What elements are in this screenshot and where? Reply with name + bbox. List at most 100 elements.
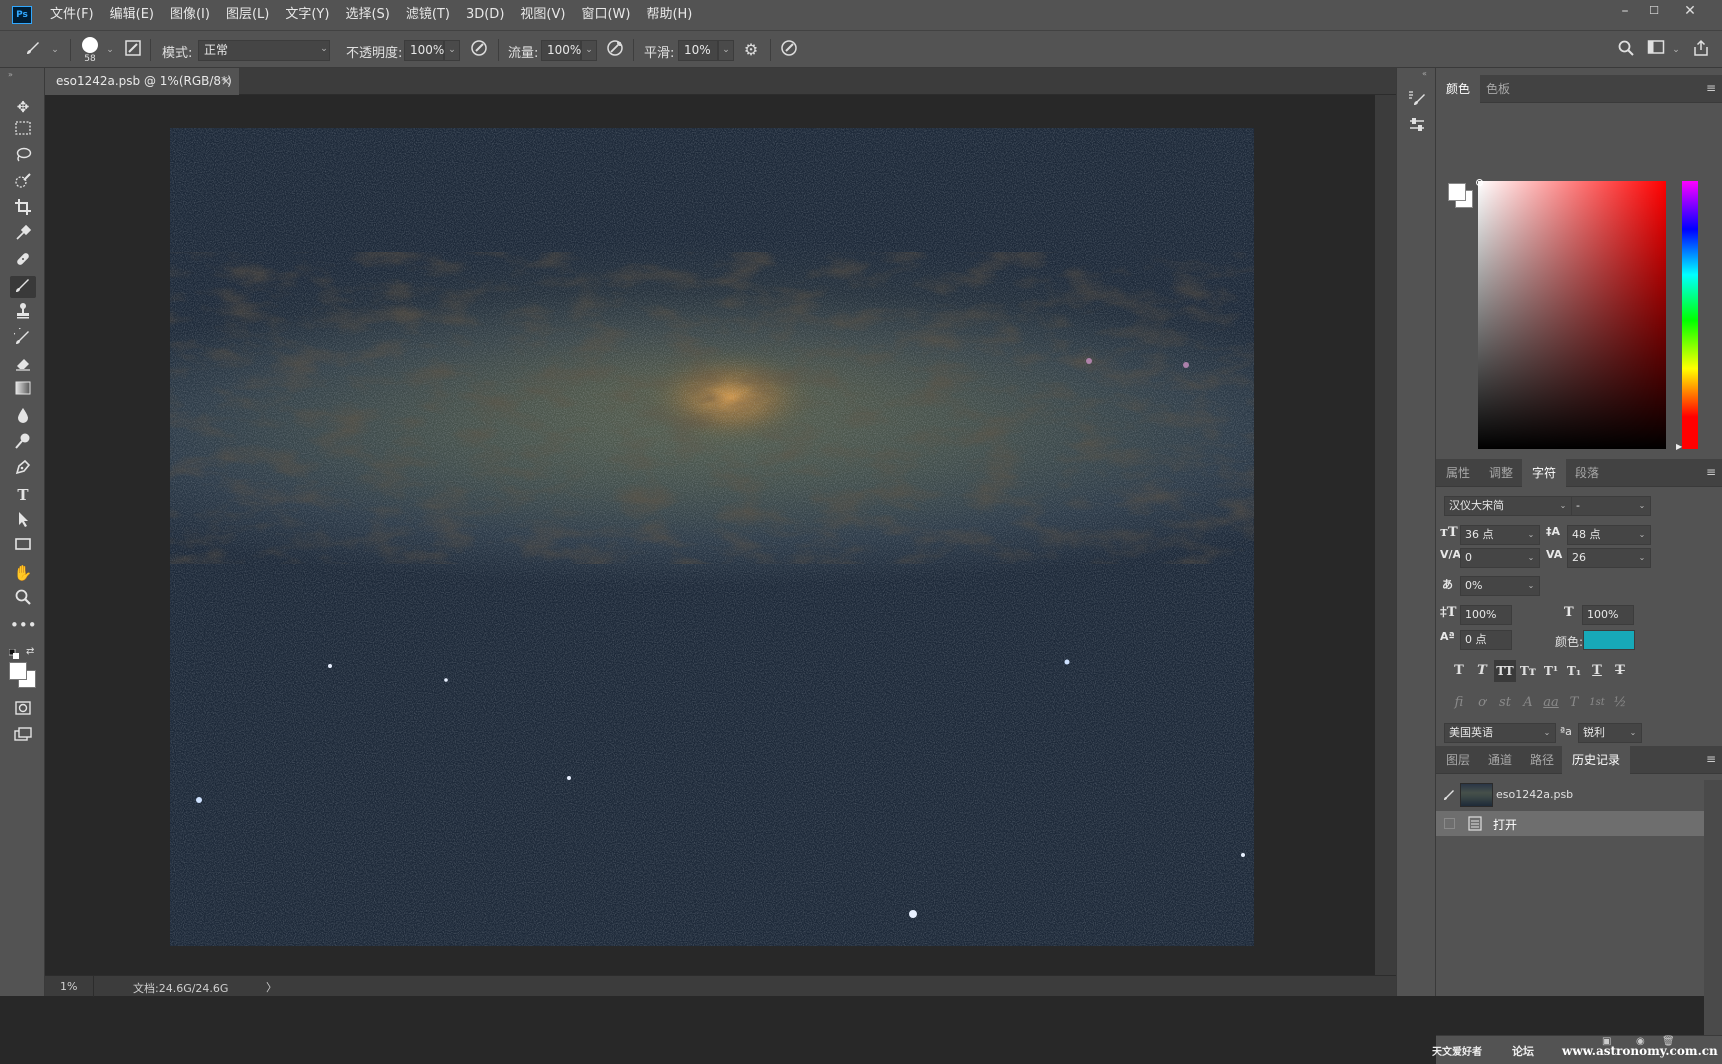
maximize-button[interactable]: ☐	[1640, 0, 1668, 22]
brush-tip-preview[interactable]	[82, 37, 98, 53]
tab-channels[interactable]: 通道	[1478, 746, 1522, 774]
tab-paragraph[interactable]: 段落	[1565, 459, 1609, 487]
small-caps-button[interactable]: Tт	[1517, 660, 1539, 682]
flow-dropdown-button[interactable]: ⌄	[581, 40, 597, 61]
text-color-swatch[interactable]	[1583, 630, 1635, 650]
dodge-tool-icon[interactable]	[10, 432, 36, 454]
titling-alternates-button[interactable]: T	[1563, 692, 1585, 714]
screen-mode-icon[interactable]	[10, 726, 36, 748]
history-snapshot-row[interactable]: eso1242a.psb	[1436, 780, 1704, 810]
chevron-down-icon[interactable]: ⌄	[99, 39, 121, 61]
brush-tool-icon[interactable]	[10, 276, 36, 298]
adjustments-sliders-icon[interactable]	[1405, 116, 1429, 140]
history-brush-source-icon[interactable]	[1442, 788, 1456, 802]
faux-italic-button[interactable]: T	[1471, 660, 1493, 682]
ligatures-button[interactable]: fi	[1448, 692, 1470, 714]
close-tab-icon[interactable]: ×	[221, 68, 231, 95]
flow-input[interactable]: 100%	[541, 40, 581, 61]
superscript-button[interactable]: T¹	[1540, 660, 1562, 682]
strikethrough-button[interactable]: T	[1609, 660, 1631, 682]
gradient-tool-icon[interactable]	[10, 380, 36, 402]
tab-layers[interactable]: 图层	[1436, 746, 1480, 774]
tab-adjustments[interactable]: 调整	[1479, 459, 1523, 487]
path-selection-tool-icon[interactable]	[10, 510, 36, 532]
history-scrollbar[interactable]	[1704, 780, 1722, 1035]
brush-tool-preset-icon[interactable]	[22, 39, 44, 61]
type-tool-icon[interactable]: T	[10, 484, 36, 506]
document-image[interactable]	[170, 128, 1254, 946]
font-family-select[interactable]: 汉仪大宋简	[1444, 496, 1572, 516]
chevron-down-icon[interactable]: ⌄	[1524, 525, 1538, 545]
pressure-opacity-icon[interactable]	[468, 39, 490, 61]
all-caps-button[interactable]: TT	[1494, 660, 1516, 682]
history-brush-tool-icon[interactable]	[10, 325, 36, 350]
chevron-down-icon[interactable]: ⌄	[1635, 525, 1649, 545]
menu-help[interactable]: 帮助(H)	[638, 0, 700, 30]
hue-slider[interactable]	[1682, 181, 1698, 449]
blur-tool-icon[interactable]	[10, 406, 36, 428]
chevron-down-icon[interactable]: ⌄	[1626, 723, 1640, 743]
fractions-button[interactable]: ½	[1609, 692, 1631, 714]
menu-layer[interactable]: 图层(L)	[218, 0, 277, 30]
discretionary-ligatures-button[interactable]: st	[1494, 692, 1516, 714]
zoom-level[interactable]: 1%	[60, 980, 77, 993]
horizontal-scale-input[interactable]: 100%	[1582, 605, 1634, 625]
chevron-down-icon[interactable]: ⌄	[1524, 548, 1538, 568]
faux-bold-button[interactable]: T	[1448, 660, 1470, 682]
lasso-tool-icon[interactable]	[10, 146, 36, 168]
move-tool-icon[interactable]: ✥	[10, 96, 36, 118]
history-step-row[interactable]: 打开	[1436, 811, 1704, 836]
workspace-icon[interactable]	[1645, 39, 1667, 61]
chevron-down-icon[interactable]: ⌄	[1635, 548, 1649, 568]
chevron-down-icon[interactable]: ⌄	[44, 39, 66, 61]
collapse-panel-icon[interactable]: »	[8, 70, 13, 79]
vertical-scrollbar[interactable]	[1375, 95, 1396, 975]
quick-selection-tool-icon[interactable]	[10, 172, 36, 194]
swash-button[interactable]: A	[1517, 692, 1539, 714]
hue-slider-handle[interactable]: ▶	[1676, 442, 1682, 451]
menu-edit[interactable]: 编辑(E)	[102, 0, 162, 30]
search-icon[interactable]	[1615, 39, 1637, 61]
tab-properties[interactable]: 属性	[1436, 459, 1480, 487]
chevron-down-icon[interactable]: ⌄	[1524, 576, 1538, 596]
smoothing-dropdown-button[interactable]: ⌄	[718, 40, 734, 61]
zoom-tool-icon[interactable]	[10, 588, 36, 610]
healing-brush-tool-icon[interactable]	[10, 250, 36, 272]
expand-panels-icon[interactable]: «	[1422, 69, 1427, 78]
smoothing-input[interactable]: 10%	[678, 40, 718, 61]
chevron-down-icon[interactable]: ⌄	[316, 40, 332, 61]
tab-history[interactable]: 历史记录	[1562, 746, 1631, 774]
panel-menu-icon[interactable]: ≡	[1706, 465, 1716, 479]
menu-window[interactable]: 窗口(W)	[573, 0, 638, 30]
marquee-tool-icon[interactable]	[10, 120, 36, 142]
baseline-shift-input[interactable]: 0 点	[1460, 630, 1512, 650]
pressure-size-icon[interactable]	[778, 39, 800, 61]
color-field-picker[interactable]	[1478, 181, 1666, 449]
more-tools-icon[interactable]: •••	[10, 614, 37, 636]
foreground-color-swatch[interactable]	[9, 662, 27, 680]
tab-swatches[interactable]: 色板	[1476, 75, 1520, 103]
clone-stamp-tool-icon[interactable]	[10, 302, 36, 324]
eyedropper-tool-icon[interactable]	[10, 224, 36, 246]
color-panel-foreground-swatch[interactable]	[1448, 183, 1466, 201]
pen-tool-icon[interactable]	[10, 458, 36, 480]
menu-image[interactable]: 图像(I)	[162, 0, 218, 30]
brush-settings-panel-icon[interactable]	[122, 39, 144, 61]
eraser-tool-icon[interactable]	[10, 354, 36, 376]
close-window-button[interactable]: ✕	[1676, 0, 1704, 22]
share-icon[interactable]	[1690, 39, 1712, 61]
chevron-down-icon[interactable]: ⌄	[1556, 496, 1570, 516]
tab-character[interactable]: 字符	[1522, 459, 1567, 487]
chevron-down-icon[interactable]: ⌄	[1635, 496, 1649, 516]
opacity-dropdown-button[interactable]: ⌄	[444, 40, 460, 61]
hand-tool-icon[interactable]: ✋	[10, 562, 36, 584]
rectangle-tool-icon[interactable]	[10, 536, 36, 558]
default-colors-icon[interactable]	[8, 648, 19, 659]
ordinals-button[interactable]: 1st	[1586, 692, 1608, 714]
panel-menu-icon[interactable]: ≡	[1706, 752, 1716, 766]
status-menu-arrow[interactable]: 〉	[266, 979, 277, 995]
minimize-button[interactable]: –	[1611, 0, 1639, 22]
tab-color[interactable]: 颜色	[1436, 75, 1481, 103]
subscript-button[interactable]: T₁	[1563, 660, 1585, 682]
old-style-button[interactable]: ơ	[1471, 692, 1493, 714]
